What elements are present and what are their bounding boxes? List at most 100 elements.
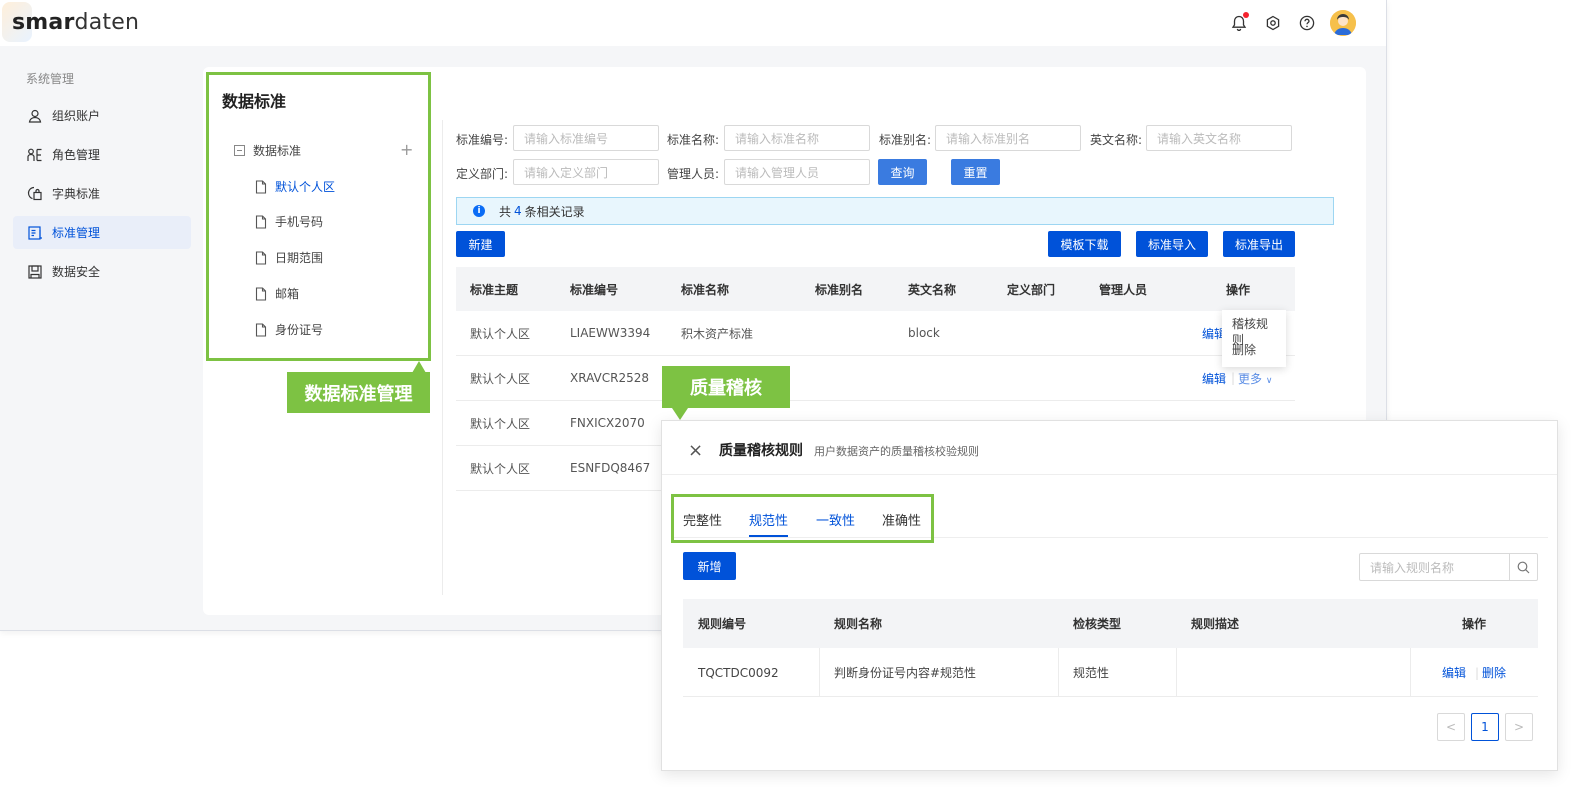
close-icon[interactable]: × [688,440,703,461]
table-row[interactable]: 默认个人区 LIAEWW3394 积木资产标准 block 编辑 [456,311,1295,356]
logo-part-1: sm [12,10,49,35]
app-logo[interactable]: smardaten [12,10,139,35]
cell-topic: 默认个人区 [470,416,531,431]
callout-quality-check: 质量稽核 [662,366,790,408]
form-label-code: 标准编号: [456,133,509,147]
delete-link[interactable]: 删除 [1482,648,1506,697]
cell-rule-code: TQCTDC0092 [698,665,779,680]
export-button[interactable]: 标准导出 [1223,231,1295,257]
page-number[interactable]: 1 [1471,713,1499,741]
edit-link[interactable]: 编辑 [1442,648,1466,697]
action-separator: | [1475,665,1480,680]
rule-search-box[interactable]: 请输入规则名称 [1359,553,1538,581]
quality-rule-dialog: × 质量稽核规则 用户数据资产的质量稽核校验规则 完整性 规范性 一致性 准确性… [661,420,1558,771]
dialog-title: 质量稽核规则 [719,443,803,459]
code-input[interactable]: 请输入标准编号 [513,125,659,151]
sidebar-item-label: 组织账户 [52,109,101,123]
settings-icon[interactable] [1262,12,1284,34]
add-rule-button[interactable]: 新增 [683,552,736,580]
action-separator: | [1231,371,1236,385]
logo-part-3: daten [74,10,140,35]
cell-name: 积木资产标准 [681,326,754,341]
dictionary-icon [26,185,44,203]
table-row[interactable]: TQCTDC0092 判断身份证号内容#规范性 规范性 编辑 | 删除 [683,648,1538,697]
col-header: 英文名称 [908,282,957,297]
dialog-header: × 质量稽核规则 用户数据资产的质量稽核校验规则 [662,421,1557,475]
top-bar: smardaten [0,0,1386,46]
next-page-button[interactable]: > [1505,713,1533,741]
template-download-button[interactable]: 模板下载 [1048,231,1121,257]
col-header: 规则描述 [1191,617,1240,631]
cell-divider [1176,648,1177,697]
rules-table: 规则编号 规则名称 检核类型 规则描述 操作 TQCTDC0092 判断身份证号… [683,599,1538,697]
cell-english: block [908,326,940,340]
col-header: 规则编号 [698,617,747,631]
col-header: 操作 [1462,617,1487,631]
more-link[interactable]: 更多 ∨ [1238,370,1272,387]
menu-item-delete[interactable]: 删除 [1232,342,1276,368]
more-dropdown-menu: 稽核规则 删除 [1222,310,1286,367]
form-label-manager: 管理人员: [667,167,720,181]
form-label-dept: 定义部门: [456,167,509,181]
menu-item-audit-rules[interactable]: 稽核规则 [1232,316,1276,347]
user-icon [26,107,44,125]
table-row[interactable]: 默认个人区 XRAVCR2528 编辑 | 更多 ∨ [456,356,1295,401]
query-button[interactable]: 查询 [878,159,927,185]
sidebar-item-label: 角色管理 [52,148,101,162]
alias-input[interactable]: 请输入标准别名 [935,125,1081,151]
col-header: 标准名称 [681,282,730,297]
manager-input[interactable]: 请输入管理人员 [724,159,870,185]
help-icon[interactable] [1296,12,1318,34]
callout-pointer [672,408,688,420]
col-header: 定义部门 [1007,282,1056,297]
cell-code: XRAVCR2528 [570,371,649,385]
form-label-name: 标准名称: [667,133,720,147]
sidebar-item-dictionary[interactable]: 字典标准 [13,177,191,210]
cell-divider [1410,648,1411,697]
table-header: 标准主题 标准编号 标准名称 标准别名 英文名称 定义部门 管理人员 操作 [456,267,1295,311]
edit-link[interactable]: 编辑 [1202,370,1226,387]
search-icon[interactable] [1509,554,1537,580]
tree-divider [442,120,443,595]
form-label-english: 英文名称: [1090,133,1143,147]
reset-button[interactable]: 重置 [951,159,1000,185]
import-button[interactable]: 标准导入 [1136,231,1208,257]
notification-dot [1243,12,1249,18]
sidebar-item-label: 数据安全 [52,265,101,279]
pagination: < 1 > [1437,713,1533,741]
sidebar-item-role[interactable]: 角色管理 [13,138,191,171]
rule-search-input[interactable]: 请输入规则名称 [1360,559,1509,576]
name-input[interactable]: 请输入标准名称 [724,125,870,151]
cell-code: FNXICX2070 [570,416,645,430]
sidebar-item-security[interactable]: 数据安全 [13,255,191,288]
new-button[interactable]: 新建 [456,231,505,257]
col-header: 标准别名 [815,282,864,297]
sidebar-item-org-account[interactable]: 组织账户 [13,99,191,132]
bell-icon[interactable] [1228,12,1250,34]
dept-input[interactable]: 请输入定义部门 [513,159,659,185]
cell-topic: 默认个人区 [470,371,531,386]
sidebar-section-title: 系统管理 [26,72,75,86]
cell-code: ESNFDQ8467 [570,461,651,475]
cell-rule-name: 判断身份证号内容#规范性 [834,666,977,680]
user-avatar[interactable] [1330,10,1356,36]
english-name-input[interactable]: 请输入英文名称 [1146,125,1292,151]
prev-page-button[interactable]: < [1437,713,1465,741]
rules-table-header: 规则编号 规则名称 检核类型 规则描述 操作 [683,599,1538,648]
col-header: 操作 [1226,282,1251,297]
info-icon: i [473,205,485,217]
callout-pointer [412,361,426,373]
standard-icon [26,224,44,242]
role-icon [26,146,44,164]
dialog-subtitle: 用户数据资产的质量稽核校验规则 [814,445,979,458]
cell-topic: 默认个人区 [470,461,531,476]
chevron-down-icon: ∨ [1265,375,1273,386]
tree-highlight-frame [206,72,431,361]
col-header: 标准主题 [470,282,519,297]
sidebar-item-standard[interactable]: 标准管理 [13,216,191,249]
cell-code: LIAEWW3394 [570,326,651,340]
sidebar-item-label: 字典标准 [52,187,101,201]
tabs-highlight-frame [671,494,934,543]
cell-divider [819,648,820,697]
col-header: 管理人员 [1099,282,1148,297]
